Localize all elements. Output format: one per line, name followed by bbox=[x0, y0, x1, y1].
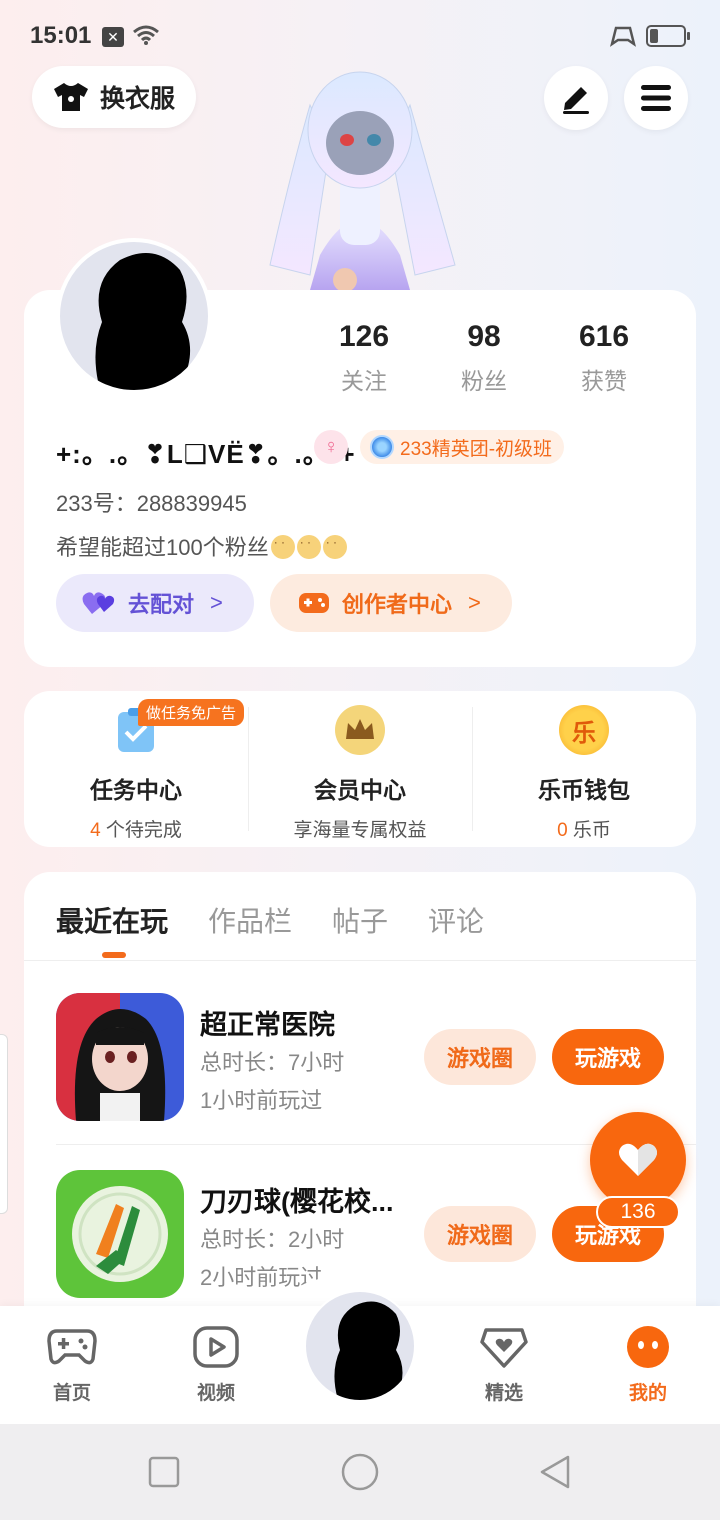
gender-female-icon: ♀ bbox=[314, 430, 348, 464]
home-icon[interactable] bbox=[341, 1453, 379, 1491]
game-duration: 总时长：2小时 bbox=[200, 1227, 345, 1252]
chevron-right-icon: > bbox=[468, 590, 481, 615]
coin-wallet-title: 乐币钱包 bbox=[538, 777, 630, 803]
nav-mine-label: 我的 bbox=[628, 1383, 667, 1404]
divider bbox=[24, 960, 696, 961]
game-duration: 总时长：7小时 bbox=[200, 1050, 345, 1075]
game-name: 刀刃球(樱花校... bbox=[200, 1187, 394, 1217]
user-id: 233号：288839945 bbox=[56, 491, 247, 516]
stat-followers-label: 粉丝 bbox=[461, 368, 507, 394]
game-circle-button[interactable]: 游戏圈 bbox=[424, 1029, 536, 1085]
shirt-icon bbox=[54, 83, 88, 111]
stat-following-value: 126 bbox=[338, 320, 390, 353]
coin-balance: 0 bbox=[557, 820, 568, 841]
play-game-button[interactable]: 玩游戏 bbox=[552, 1029, 664, 1085]
heart-icon bbox=[619, 1143, 657, 1176]
member-center-subtitle: 享海量专属权益 bbox=[293, 820, 427, 841]
elite-group-badge[interactable]: 233精英团-初级班 bbox=[360, 430, 565, 464]
wifi-icon bbox=[133, 25, 159, 45]
game-thumbnail[interactable] bbox=[56, 1170, 184, 1298]
coin-unit: 乐币 bbox=[567, 820, 611, 841]
task-center-subtitle: 4 个待完成 bbox=[24, 815, 248, 842]
tab-comments[interactable]: 评论 bbox=[428, 900, 484, 940]
game-circle-button[interactable]: 游戏圈 bbox=[424, 1206, 536, 1262]
hearts-icon bbox=[82, 592, 115, 614]
elite-badge-label: 233精英团-初级班 bbox=[400, 438, 553, 460]
elite-medal-icon bbox=[370, 435, 394, 459]
game-mode-icon bbox=[610, 26, 636, 47]
edge-handle[interactable] bbox=[0, 1034, 8, 1214]
creator-center-label: 创作者中心 bbox=[342, 592, 453, 617]
nav-featured[interactable]: 精选 bbox=[454, 1324, 554, 1405]
member-center[interactable]: 会员中心 享海量专属权益 bbox=[248, 691, 472, 847]
menu-icon bbox=[641, 85, 671, 111]
recents-icon[interactable] bbox=[148, 1456, 180, 1488]
services-card: 做任务免广告 任务中心 4 个待完成 会员中心 享海量专属权益 乐 乐币钱包 0… bbox=[24, 691, 696, 847]
game-row[interactable]: 超正常医院 总时长：7小时 1小时前玩过 游戏圈 玩游戏 bbox=[56, 993, 696, 1125]
nav-avatar-button[interactable] bbox=[304, 1290, 416, 1402]
video-icon bbox=[166, 1324, 266, 1370]
stat-following-label: 关注 bbox=[341, 368, 387, 394]
stat-likes-label: 获赞 bbox=[581, 368, 627, 394]
coin-wallet[interactable]: 乐 乐币钱包 0 乐币 bbox=[472, 691, 696, 847]
game-thumbnail[interactable] bbox=[56, 993, 184, 1121]
match-label: 去配对 bbox=[128, 592, 195, 617]
stat-followers-value: 98 bbox=[467, 320, 501, 353]
chevron-right-icon: > bbox=[210, 590, 223, 615]
content-tabs: 最近在玩 作品栏 帖子 评论 bbox=[56, 900, 484, 958]
match-button[interactable]: 去配对 > bbox=[56, 574, 254, 632]
bio-text: 希望能超过100个粉丝 bbox=[56, 535, 269, 560]
bio: 希望能超过100个粉丝 bbox=[56, 530, 347, 562]
stat-followers[interactable]: 98 粉丝 bbox=[424, 320, 544, 396]
tab-works[interactable]: 作品栏 bbox=[208, 900, 292, 940]
menu-button[interactable] bbox=[624, 66, 688, 130]
member-center-title: 会员中心 bbox=[314, 777, 406, 803]
pencil-icon bbox=[563, 87, 589, 114]
like-count-badge: 136 bbox=[596, 1196, 680, 1228]
creator-center-button[interactable]: 创作者中心 > bbox=[270, 574, 512, 632]
task-pending-suffix: 个待完成 bbox=[100, 820, 182, 841]
nav-video[interactable]: 视频 bbox=[166, 1324, 266, 1405]
like-button[interactable] bbox=[590, 1112, 686, 1208]
tab-recent[interactable]: 最近在玩 bbox=[56, 900, 168, 958]
stat-likes[interactable]: 616 获赞 bbox=[544, 320, 664, 396]
avatar-character-figure[interactable] bbox=[250, 55, 470, 290]
status-time: 15:01 bbox=[30, 22, 92, 49]
back-icon[interactable] bbox=[538, 1454, 572, 1490]
nickname: +:。.。❣L❑VË❣。.。:+ bbox=[56, 439, 356, 469]
gamepad-icon bbox=[299, 593, 329, 613]
notification-x-icon: ✕ bbox=[102, 27, 124, 47]
nav-featured-label: 精选 bbox=[484, 1383, 523, 1404]
battery-icon bbox=[646, 25, 690, 47]
task-ad-free-tag: 做任务免广告 bbox=[138, 699, 245, 726]
change-outfit-button[interactable]: 换衣服 bbox=[32, 66, 196, 128]
tab-posts[interactable]: 帖子 bbox=[332, 900, 388, 940]
game-name: 超正常医院 bbox=[200, 1010, 335, 1040]
worried-face-icon bbox=[296, 535, 321, 559]
change-outfit-label: 换衣服 bbox=[100, 85, 176, 113]
coin-wallet-subtitle: 0 乐币 bbox=[472, 815, 696, 842]
worried-face-icon bbox=[270, 535, 295, 559]
nav-home-label: 首页 bbox=[52, 1383, 91, 1404]
face-icon bbox=[598, 1324, 698, 1370]
worried-face-icon bbox=[322, 535, 347, 559]
nav-home[interactable]: 首页 bbox=[22, 1324, 122, 1405]
nav-video-label: 视频 bbox=[196, 1383, 235, 1404]
stat-likes-value: 616 bbox=[578, 320, 630, 353]
gamepad-icon bbox=[22, 1324, 122, 1370]
edit-button[interactable] bbox=[544, 66, 608, 130]
nav-mine[interactable]: 我的 bbox=[598, 1324, 698, 1405]
game-last-played: 1小时前玩过 bbox=[200, 1088, 323, 1113]
coin-icon: 乐 bbox=[559, 705, 609, 755]
task-center[interactable]: 做任务免广告 任务中心 4 个待完成 bbox=[24, 691, 248, 847]
stat-following[interactable]: 126 关注 bbox=[304, 320, 424, 396]
task-pending-count: 4 bbox=[90, 820, 101, 841]
task-center-title: 任务中心 bbox=[90, 777, 182, 803]
crown-icon bbox=[335, 705, 385, 755]
profile-stats: 126 关注 98 粉丝 616 获赞 bbox=[304, 320, 664, 396]
system-nav-bar bbox=[0, 1424, 720, 1520]
heart-badge-icon bbox=[454, 1324, 554, 1370]
profile-avatar[interactable] bbox=[56, 238, 212, 394]
